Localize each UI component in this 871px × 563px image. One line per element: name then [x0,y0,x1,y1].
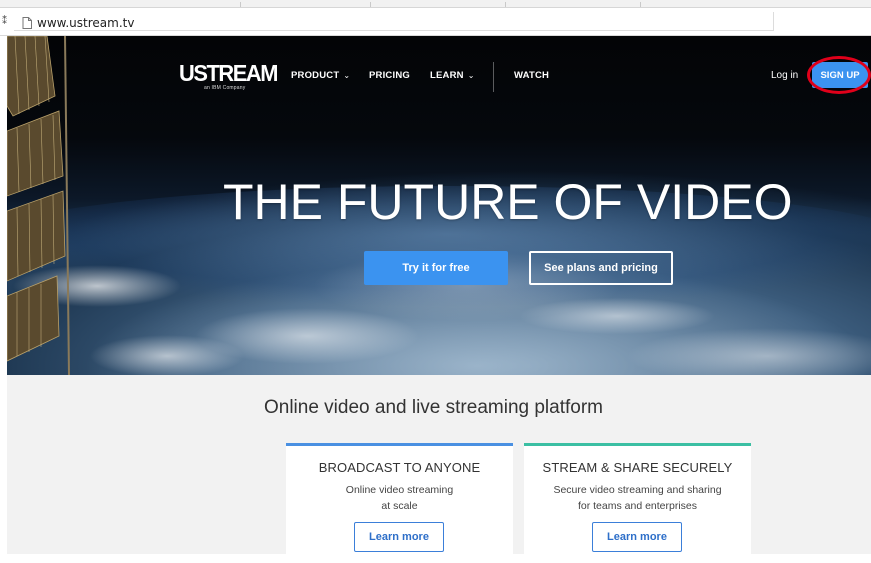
card-description: Secure video streaming and sharing for t… [524,482,751,514]
menu-grip-icon: ⁑ [2,16,7,27]
hero-title: THE FUTURE OF VIDEO [223,174,793,230]
address-bar[interactable]: ⁑ www.ustream.tv [0,8,871,36]
hero-section: USTREAM an IBM Company PRODUCT ⌄ PRICING … [7,36,871,375]
card-title: BROADCAST TO ANYONE [318,460,481,475]
section-subtitle: Online video and live streaming platform [263,397,603,418]
feature-card-broadcast: BROADCAST TO ANYONE Online video streami… [286,443,513,563]
card-desc-line: Online video streaming [345,484,454,496]
features-section: Online video and live streaming platform… [7,375,871,563]
nav-pricing-label: PRICING [369,70,410,81]
card-desc-line: for teams and enterprises [577,500,698,512]
earth-clouds [7,226,871,375]
top-navigation: USTREAM an IBM Company PRODUCT ⌄ PRICING … [7,36,871,114]
tab-divider [370,2,371,7]
chevron-down-icon: ⌄ [343,71,351,80]
nav-watch[interactable]: WATCH [514,70,549,81]
card-title: STREAM & SHARE SECURELY [542,460,733,475]
feature-card-secure: STREAM & SHARE SECURELY Secure video str… [524,443,751,563]
url-text[interactable]: www.ustream.tv [37,16,134,30]
tab-divider [640,2,641,7]
tab-divider [240,2,241,7]
card-desc-line: at scale [381,500,418,512]
nav-divider [493,62,494,92]
nav-learn-label: LEARN [430,70,464,81]
learn-more-button[interactable]: Learn more [354,522,444,552]
browser-tab-strip [0,0,871,8]
plans-pricing-button[interactable]: See plans and pricing [529,251,673,285]
nav-watch-label: WATCH [514,70,550,81]
learn-more-button[interactable]: Learn more [592,522,682,552]
page-icon [22,17,32,29]
chevron-down-icon: ⌄ [467,71,475,80]
logo-wordmark: USTREAM [179,60,279,86]
nav-learn[interactable]: LEARN ⌄ [430,70,475,81]
card-desc-line: Secure video streaming and sharing [553,484,722,496]
login-link[interactable]: Log in [771,70,798,81]
signup-button[interactable]: SIGN UP [812,62,868,88]
nav-product-label: PRODUCT [291,70,340,81]
try-free-button[interactable]: Try it for free [364,251,508,285]
nav-product[interactable]: PRODUCT ⌄ [291,70,350,81]
nav-pricing[interactable]: PRICING [369,70,410,81]
card-description: Online video streaming at scale [286,482,513,514]
ustream-logo[interactable]: USTREAM an IBM Company [179,60,282,92]
tab-divider [505,2,506,7]
